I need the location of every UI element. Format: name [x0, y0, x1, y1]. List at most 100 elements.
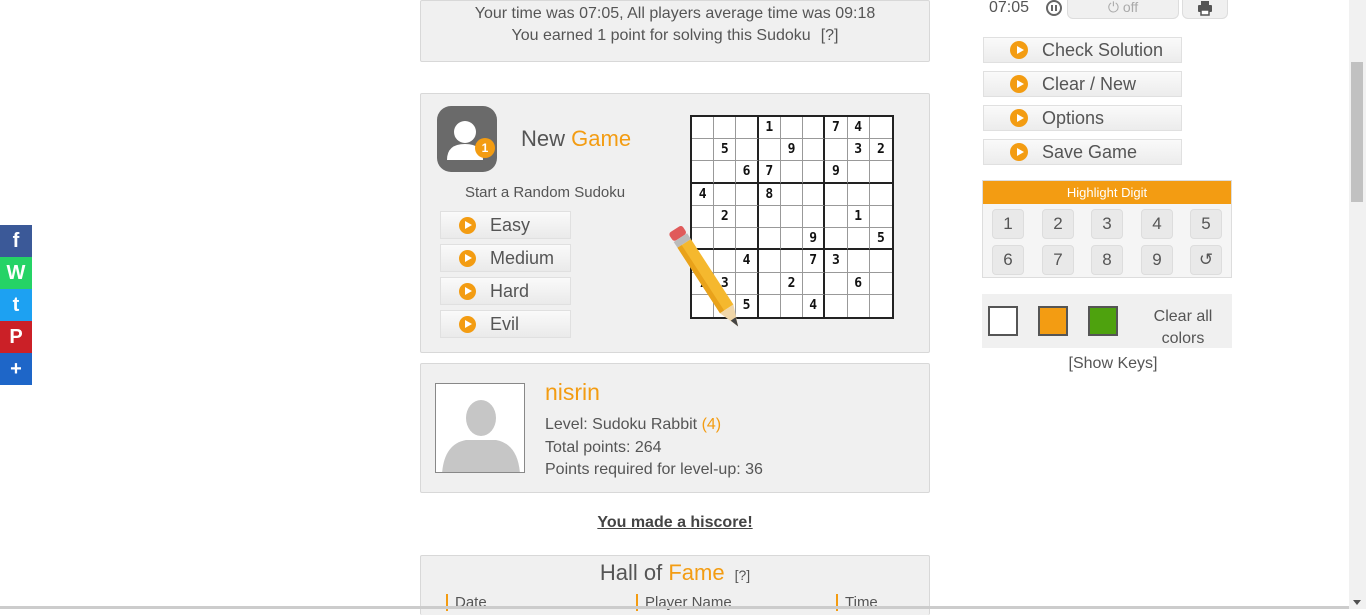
- play-icon: [459, 282, 476, 300]
- sudoku-cell: [869, 206, 892, 229]
- highlight-digit-6[interactable]: 6: [992, 245, 1024, 275]
- result-points-line: You earned 1 point for solving this Sudo…: [421, 25, 929, 47]
- color-swatch-orange[interactable]: [1038, 306, 1068, 336]
- result-points-text: You earned 1 point for solving this Sudo…: [511, 27, 811, 44]
- show-keys-link[interactable]: [Show Keys]: [982, 355, 1244, 373]
- sudoku-cell: [869, 117, 892, 140]
- sudoku-cell: 2: [780, 272, 804, 295]
- sudoku-cell: [847, 250, 870, 273]
- sudoku-cell: [714, 117, 737, 140]
- easy-button[interactable]: Easy: [440, 211, 571, 239]
- scroll-down-arrow-icon[interactable]: [1353, 600, 1361, 605]
- play-icon: [1010, 143, 1028, 161]
- sudoku-cell: [692, 139, 715, 162]
- sudoku-cell: 8: [758, 183, 781, 206]
- pause-icon[interactable]: [1046, 0, 1062, 16]
- sudoku-cell: 2: [869, 139, 892, 162]
- color-swatch-white[interactable]: [988, 306, 1018, 336]
- sudoku-cell: [780, 228, 804, 251]
- sound-toggle-button[interactable]: ⏻ off: [1067, 0, 1179, 19]
- sudoku-cell: 4: [803, 294, 826, 317]
- evil-button[interactable]: Evil: [440, 310, 571, 338]
- highlight-digit-1[interactable]: 1: [992, 209, 1024, 239]
- play-icon: [459, 216, 476, 234]
- pinterest-icon[interactable]: P: [0, 321, 32, 353]
- sudoku-cell: [803, 139, 826, 162]
- sudoku-cell: 1: [847, 205, 870, 229]
- sudoku-cell: 6: [847, 272, 870, 295]
- facebook-icon[interactable]: f: [0, 225, 32, 257]
- sudoku-cell: [869, 161, 892, 184]
- sudoku-cell: [825, 183, 848, 206]
- sudoku-cell: 9: [803, 228, 826, 251]
- hall-of-fame-help-link[interactable]: [?]: [735, 567, 751, 583]
- clear-new-button[interactable]: Clear / New: [983, 71, 1182, 97]
- play-icon: [1010, 75, 1028, 93]
- sudoku-cell: [825, 205, 848, 229]
- sudoku-cell: [847, 161, 870, 184]
- twitter-icon[interactable]: t: [0, 289, 32, 321]
- sudoku-cell: [780, 117, 804, 140]
- sudoku-cell: 7: [803, 250, 826, 273]
- sudoku-cell: [847, 183, 870, 206]
- sudoku-cell: [848, 294, 870, 317]
- power-icon: ⏻: [1107, 0, 1119, 15]
- hard-button[interactable]: Hard: [440, 277, 571, 305]
- medium-button[interactable]: Medium: [440, 244, 571, 272]
- new-game-panel: 1 New Game Start a Random Sudoku Easy Me…: [420, 93, 930, 353]
- hiscore-link[interactable]: You made a hiscore!: [420, 514, 930, 532]
- check-solution-button[interactable]: Check Solution: [983, 37, 1182, 63]
- play-icon: [1010, 41, 1028, 59]
- sudoku-cell: [758, 205, 781, 229]
- clear-all-colors-button[interactable]: Clear all colors: [1142, 306, 1224, 350]
- highlight-digit-3[interactable]: 3: [1091, 209, 1123, 239]
- options-button[interactable]: Options: [983, 105, 1182, 131]
- sudoku-cell: [736, 117, 759, 140]
- result-help-link[interactable]: [?]: [821, 27, 839, 44]
- vertical-scrollbar[interactable]: [1349, 0, 1366, 609]
- play-icon: [1010, 109, 1028, 127]
- sudoku-cell: 9: [780, 139, 804, 162]
- sudoku-cell: [803, 272, 826, 295]
- undo-highlight-icon[interactable]: ↺: [1190, 245, 1222, 275]
- sudoku-cell: [692, 117, 715, 140]
- sudoku-cell: 6: [736, 161, 759, 184]
- sudoku-cell: [780, 161, 804, 184]
- highlight-digit-8[interactable]: 8: [1091, 245, 1123, 275]
- sudoku-cell: 3: [825, 250, 848, 273]
- highlight-digit-4[interactable]: 4: [1141, 209, 1173, 239]
- sudoku-cell: 5: [714, 139, 737, 162]
- new-game-title: New Game: [521, 126, 632, 151]
- highlight-digit-5[interactable]: 5: [1190, 209, 1222, 239]
- sudoku-cell: 4: [847, 117, 870, 140]
- profile-panel: nisrin Level: Sudoku Rabbit (4) Total po…: [420, 363, 930, 493]
- print-button[interactable]: [1182, 0, 1228, 19]
- player-level: Level: Sudoku Rabbit (4): [545, 416, 722, 433]
- sudoku-cell: 7: [758, 161, 781, 184]
- color-swatch-green[interactable]: [1088, 306, 1118, 336]
- player-avatar-icon: 1: [437, 106, 497, 172]
- whatsapp-icon[interactable]: W: [0, 257, 32, 289]
- share-icon[interactable]: +: [0, 353, 32, 385]
- sudoku-cell: [803, 161, 826, 184]
- sudoku-cell: [869, 250, 892, 273]
- sudoku-cell: [758, 272, 781, 295]
- sudoku-cell: [870, 295, 892, 317]
- sudoku-cell: 7: [825, 117, 848, 140]
- highlight-digit-7[interactable]: 7: [1042, 245, 1074, 275]
- player-name[interactable]: nisrin: [545, 379, 600, 406]
- sudoku-cell: [780, 205, 804, 229]
- play-icon: [459, 315, 476, 333]
- sudoku-cell: [803, 117, 826, 140]
- sudoku-cell: [736, 139, 759, 162]
- save-game-button[interactable]: Save Game: [983, 139, 1182, 165]
- player-points-required: Points required for level-up: 36: [545, 461, 763, 478]
- highlight-digit-2[interactable]: 2: [1042, 209, 1074, 239]
- sudoku-cell: [780, 250, 804, 273]
- sudoku-cell: [759, 294, 781, 317]
- scrollbar-thumb[interactable]: [1351, 62, 1363, 202]
- sudoku-cell: [869, 273, 892, 295]
- sudoku-cell: [692, 161, 715, 184]
- highlight-digit-9[interactable]: 9: [1141, 245, 1173, 275]
- sudoku-cell: 9: [825, 161, 848, 184]
